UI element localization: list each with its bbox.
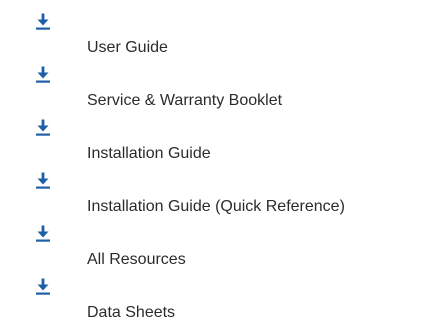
resource-list: User Guide Service & Warranty Booklet In…: [0, 0, 425, 325]
resource-link-installation-guide-quick-reference[interactable]: Installation Guide (Quick Reference): [0, 169, 425, 219]
download-icon[interactable]: [34, 13, 52, 31]
resource-label[interactable]: All Resources: [87, 250, 186, 270]
resource-link-all-resources[interactable]: All Resources: [0, 222, 425, 272]
download-icon[interactable]: [34, 172, 52, 190]
resource-link-service-warranty-booklet[interactable]: Service & Warranty Booklet: [0, 63, 425, 113]
resource-link-data-sheets[interactable]: Data Sheets: [0, 275, 425, 325]
resource-link-user-guide[interactable]: User Guide: [0, 10, 425, 60]
resource-label[interactable]: User Guide: [87, 38, 168, 58]
resource-label[interactable]: Data Sheets: [87, 303, 175, 323]
download-icon[interactable]: [34, 119, 52, 137]
download-icon[interactable]: [34, 66, 52, 84]
download-icon[interactable]: [34, 225, 52, 243]
resource-link-installation-guide[interactable]: Installation Guide: [0, 116, 425, 166]
resource-label[interactable]: Installation Guide: [87, 144, 211, 164]
resource-label[interactable]: Service & Warranty Booklet: [87, 91, 282, 111]
resource-label[interactable]: Installation Guide (Quick Reference): [87, 197, 345, 217]
download-icon[interactable]: [34, 278, 52, 296]
